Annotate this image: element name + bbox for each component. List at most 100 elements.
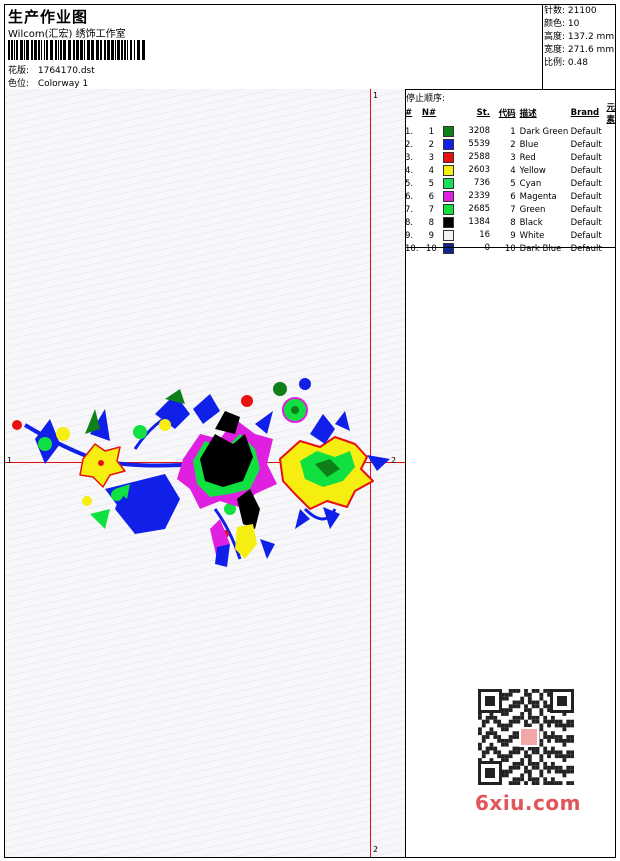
thread-brand-text: Default — [570, 152, 602, 163]
stat-stitches: 针数: 21100 — [543, 5, 616, 18]
stitch-count-text: 3208 — [468, 126, 491, 136]
col-element-header: 元素 — [606, 103, 615, 125]
stat-scale-label: 比例: — [544, 58, 566, 68]
needle-number-text: 2 — [428, 139, 435, 150]
color-code: 10 — [490, 242, 516, 255]
col-no-header: N# — [421, 108, 437, 118]
stop-index: 6. — [405, 190, 422, 203]
stat-colors-value: 10 — [567, 19, 580, 29]
color-description: Green — [516, 203, 571, 216]
stat-width-label: 宽度: — [544, 45, 566, 55]
color-swatch — [442, 230, 454, 241]
stitch-count-text: 736 — [473, 178, 491, 188]
color-description: Magenta — [516, 190, 571, 203]
needle-number: 7 — [422, 203, 441, 216]
color-description-text: Magenta — [519, 191, 557, 202]
pattern-row: 花版: 1764170.dst — [8, 63, 95, 76]
color-description: Dark Green — [516, 125, 571, 138]
color-swatch — [442, 204, 454, 215]
thread-brand-text: Default — [570, 165, 602, 176]
stat-width-value: 271.6 mm — [567, 45, 615, 55]
stitch-count: 2685 — [441, 203, 490, 216]
stop-sequence-table: # N# St. 代码 描述 Brand 元素 1. 1 3208 1 Dark Gre… — [405, 101, 615, 255]
stop-index: 3. — [405, 151, 422, 164]
needle-number: 9 — [422, 229, 441, 242]
element — [606, 229, 615, 242]
color-description: Blue — [516, 138, 571, 151]
colorway-row: 色位: Colorway 1 — [8, 76, 88, 89]
stitch-count-text: 2685 — [468, 204, 491, 214]
stitch-count: 3208 — [441, 125, 490, 138]
table-row: 6. 6 2339 6 Magenta Default — [405, 190, 615, 203]
stitch-count: 2339 — [441, 190, 490, 203]
color-description-text: Blue — [519, 139, 539, 150]
color-code-text: 5 — [510, 178, 516, 189]
stop-sequence-panel: 停止顺序: # N# St. 代码 描述 Brand 元素 1. 1 3208 1 Da… — [405, 89, 615, 857]
stat-scale-value: 0.48 — [567, 58, 588, 68]
stitch-count-text: 2588 — [468, 152, 491, 162]
design-stats: 针数: 21100 颜色: 10 高度: 137.2 mm 宽度: 271.6 … — [542, 5, 616, 89]
stop-index-text: 6. — [405, 191, 414, 202]
thread-brand: Default — [571, 190, 607, 203]
table-row: 2. 2 5539 2 Blue Default — [405, 138, 615, 151]
stitch-count: 2588 — [441, 151, 490, 164]
color-swatch — [442, 126, 454, 137]
stat-stitches-value: 21100 — [567, 6, 597, 16]
thread-brand-text: Default — [570, 191, 602, 202]
stat-height: 高度: 137.2 mm — [543, 31, 616, 44]
needle-number-text: 1 — [428, 126, 435, 137]
color-code-text: 1 — [510, 126, 516, 137]
stat-height-value: 137.2 mm — [567, 32, 615, 42]
element — [606, 216, 615, 229]
stitch-count-text: 16 — [479, 230, 491, 240]
stat-scale: 比例: 0.48 — [543, 57, 616, 70]
colorway-value: Colorway 1 — [37, 79, 89, 89]
embroidery-design-image — [12, 378, 390, 567]
stop-index-text: 3. — [405, 152, 414, 163]
stat-height-label: 高度: — [544, 32, 566, 42]
col-stitches-header: St. — [476, 108, 491, 118]
table-row: 7. 7 2685 7 Green Default — [405, 203, 615, 216]
color-swatch — [442, 139, 454, 150]
table-row: 9. 9 16 9 White Default — [405, 229, 615, 242]
needle-number-text: 7 — [428, 204, 435, 215]
thread-brand-text: Default — [570, 243, 602, 254]
stat-colors-label: 颜色: — [544, 19, 566, 29]
col-brand-header: Brand — [570, 108, 600, 118]
color-description-text: Green — [519, 204, 546, 215]
stop-index: 5. — [405, 177, 422, 190]
qr-code-image — [471, 687, 581, 787]
element — [606, 138, 615, 151]
needle-number-text: 5 — [428, 178, 435, 189]
stop-index-text: 5. — [405, 178, 414, 189]
color-description-text: Yellow — [519, 165, 546, 176]
color-code: 2 — [490, 138, 515, 151]
stitch-count: 16 — [441, 229, 490, 242]
element — [606, 203, 615, 216]
color-description-text: Red — [519, 152, 536, 163]
stop-index-text: 2. — [405, 139, 414, 150]
thread-brand: Default — [571, 125, 607, 138]
stop-index: 8. — [405, 216, 422, 229]
thread-brand: Default — [571, 203, 607, 216]
barcode-image — [8, 40, 145, 60]
table-row: 4. 4 2603 4 Yellow Default — [405, 164, 615, 177]
table-row: 3. 3 2588 3 Red Default — [405, 151, 615, 164]
color-swatch — [442, 178, 454, 189]
stitch-count: 5539 — [441, 138, 490, 151]
stop-index-text: 9. — [405, 230, 414, 241]
needle-number: 10 — [422, 242, 441, 255]
color-code: 6 — [490, 190, 515, 203]
color-description: Black — [516, 216, 571, 229]
element — [606, 242, 615, 255]
stop-index: 7. — [405, 203, 422, 216]
thread-brand-text: Default — [570, 126, 602, 137]
needle-number-text: 3 — [428, 152, 435, 163]
color-description-text: Black — [519, 217, 543, 228]
stitch-count-text: 2603 — [468, 165, 491, 175]
color-swatch — [442, 152, 454, 163]
thread-brand: Default — [571, 242, 607, 255]
stop-index: 1. — [405, 125, 422, 138]
color-description: Red — [516, 151, 571, 164]
element — [606, 125, 615, 138]
